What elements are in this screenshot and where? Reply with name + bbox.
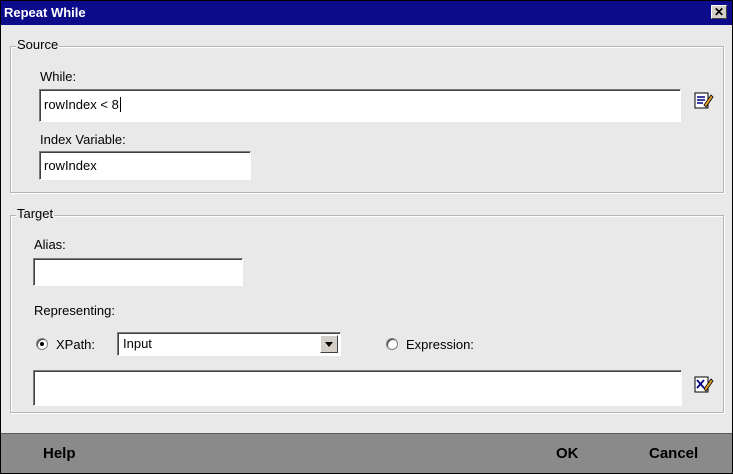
while-input-value: rowIndex < 8 [44, 97, 119, 112]
representing-label: Representing: [34, 303, 115, 318]
index-variable-value: rowIndex [44, 158, 97, 173]
chevron-down-icon[interactable] [320, 335, 338, 353]
ok-button[interactable]: OK [556, 434, 579, 473]
button-bar: Help OK Cancel [1, 433, 732, 473]
while-label: While: [40, 69, 77, 84]
edit-expression-icon[interactable] [694, 91, 714, 111]
xpath-select-value: Input [123, 336, 152, 351]
index-variable-label: Index Variable: [40, 132, 126, 147]
expression-input[interactable] [33, 370, 682, 406]
alias-label: Alias: [34, 237, 66, 252]
source-legend: Source [16, 37, 60, 52]
close-icon[interactable]: ✕ [711, 5, 727, 19]
alias-input[interactable] [33, 258, 243, 286]
edit-xpath-icon[interactable] [694, 375, 714, 395]
help-button[interactable]: Help [43, 434, 76, 473]
radio-dot [40, 342, 44, 346]
index-variable-input[interactable]: rowIndex [39, 151, 251, 180]
while-input[interactable]: rowIndex < 8 [39, 89, 681, 122]
xpath-select[interactable]: Input [117, 332, 341, 356]
xpath-radio[interactable] [36, 338, 48, 350]
expression-label[interactable]: Expression: [406, 337, 474, 352]
xpath-label[interactable]: XPath: [56, 337, 95, 352]
repeat-while-dialog: Repeat While ✕ Source While: rowIndex < … [0, 0, 733, 474]
dialog-title: Repeat While [4, 5, 86, 20]
text-caret [119, 97, 121, 112]
target-legend: Target [16, 206, 55, 221]
title-bar: Repeat While ✕ [1, 1, 732, 25]
cancel-button[interactable]: Cancel [649, 434, 698, 473]
expression-radio[interactable] [386, 338, 398, 350]
